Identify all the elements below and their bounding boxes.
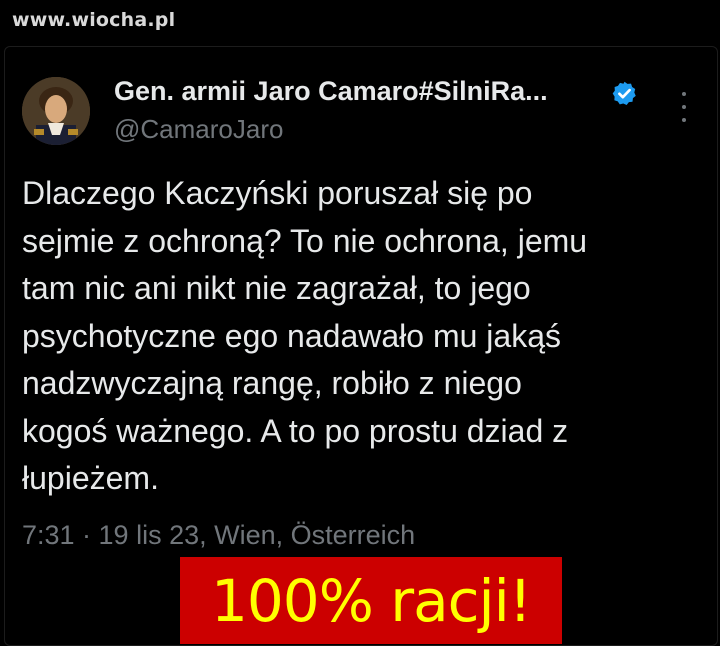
tweet-text-line: kogoś ważnego. A to po prostu dziad z bbox=[22, 412, 569, 449]
user-handle[interactable]: @CamaroJaro bbox=[114, 114, 283, 145]
tweet-timestamp-location[interactable]: 7:31 · 19 lis 23, Wien, Österreich bbox=[22, 520, 415, 551]
verified-badge-icon bbox=[612, 81, 636, 105]
caption-banner: 100% racji! bbox=[180, 557, 562, 644]
more-dot bbox=[682, 105, 686, 109]
more-vertical-icon[interactable] bbox=[672, 92, 696, 122]
tweet-text-line: nadzwyczajną rangę, robiło z niego bbox=[22, 365, 522, 401]
avatar-portrait-icon bbox=[22, 77, 90, 145]
tweet-text-line: Dlaczego Kaczyński poruszał się po bbox=[22, 175, 533, 211]
tweet-text-line: tam nic ani nikt nie zagrażał, to jego bbox=[22, 270, 531, 306]
avatar[interactable] bbox=[22, 77, 90, 145]
watermark: www.wiocha.pl bbox=[12, 9, 176, 31]
tweet-text: Dlaczego Kaczyński poruszał się po sejmi… bbox=[22, 170, 702, 503]
more-dot bbox=[682, 92, 686, 96]
caption-banner-text: 100% racji! bbox=[210, 566, 532, 635]
tweet-text-line: sejmie z ochroną? To nie ochrona, jemu bbox=[22, 222, 588, 259]
tweet-text-line: łupieżem. bbox=[22, 460, 159, 496]
tweet-text-line: psychotyczne ego nadawało mu jakąś bbox=[22, 317, 561, 354]
more-dot bbox=[682, 118, 686, 122]
display-name[interactable]: Gen. armii Jaro Camaro#SilniRa... bbox=[114, 76, 548, 107]
